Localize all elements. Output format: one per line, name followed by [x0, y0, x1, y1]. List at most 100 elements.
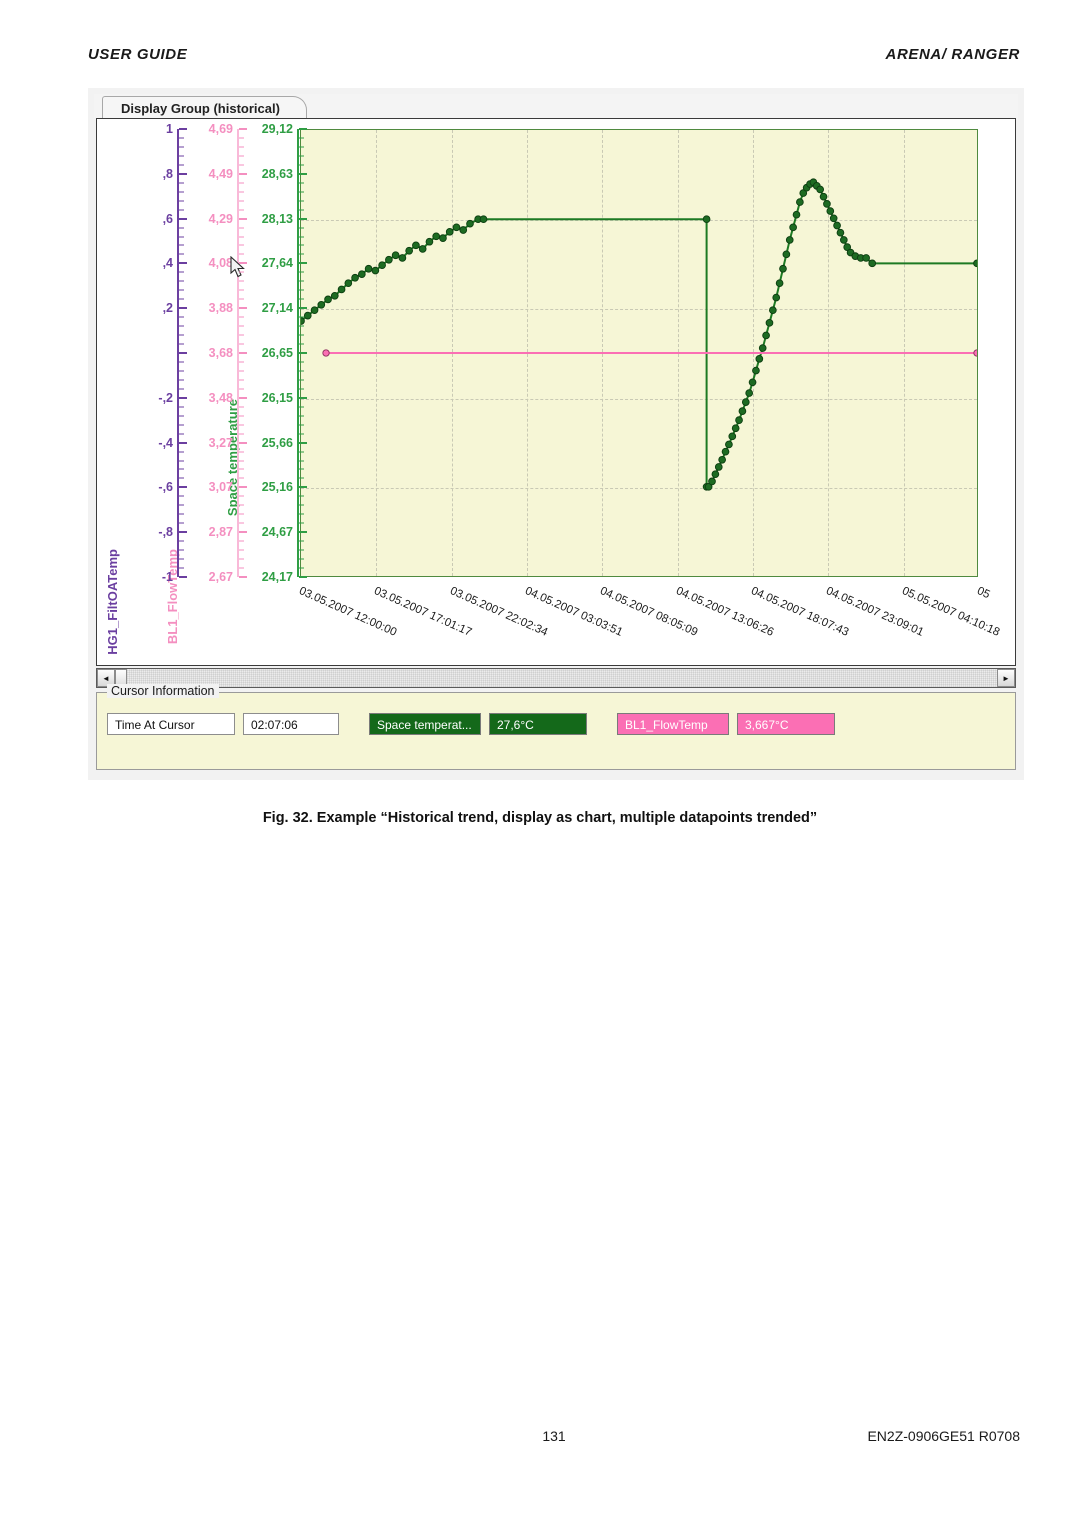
axis-tick-mark	[299, 182, 304, 184]
series-data-point	[775, 279, 784, 288]
axis-tick-mark	[179, 191, 184, 193]
series-data-point	[432, 232, 441, 241]
axis-tick-label: 26,15	[261, 390, 293, 405]
axis-tick-label: 27,64	[261, 256, 293, 271]
axis-tick-mark	[299, 513, 304, 515]
series-data-point	[836, 228, 845, 237]
axis-tick-label: 3,88	[208, 301, 233, 316]
series-data-point	[826, 207, 835, 215]
chart-plot-area[interactable]	[300, 129, 978, 577]
axis-tick-label: 4,49	[208, 166, 233, 181]
axis-tick-label: 25,16	[261, 480, 293, 495]
axis-tick-mark	[179, 370, 184, 372]
axis-tick-mark	[239, 217, 247, 220]
series-data-point	[439, 234, 447, 242]
series-data-point	[728, 432, 737, 441]
datapoint-1-name[interactable]: Space temperat...	[369, 713, 481, 735]
series-data-point	[735, 416, 743, 424]
series-line	[301, 181, 977, 488]
axis-tick-mark	[179, 379, 184, 381]
axis-tick-mark	[239, 468, 244, 470]
x-axis-tick-labels: 03.05.2007 12:00:00 03.05.2007 17:01:17 03…	[297, 581, 1001, 661]
axis-tick-mark	[299, 217, 307, 220]
axis-tick-mark	[179, 289, 184, 291]
series-data-point	[344, 279, 353, 288]
scroll-right-arrow-icon[interactable]: ►	[997, 669, 1015, 687]
axis-tick-mark	[239, 424, 244, 426]
axis-tick-mark	[299, 415, 304, 417]
axis-tick-mark	[179, 155, 184, 157]
axis-title-hg1-filtoatemp: HG1_FiltOATemp	[105, 549, 120, 655]
axis-tick-mark	[179, 495, 184, 497]
series-data-point	[738, 407, 747, 415]
datapoint-2-name[interactable]: BL1_FlowTemp	[617, 713, 729, 735]
series-data-point	[765, 318, 774, 327]
series-data-point	[973, 259, 977, 268]
series-data-point	[385, 255, 393, 264]
axis-tick-mark	[239, 236, 244, 238]
series-data-point	[868, 259, 877, 268]
series-data-point	[452, 223, 461, 232]
axis-tick-mark	[179, 325, 184, 327]
mouse-pointer-icon	[230, 256, 245, 278]
axis-tick-mark	[179, 477, 184, 479]
axis-tick-mark	[179, 549, 184, 551]
series-data-point	[833, 221, 841, 230]
series-data-point	[741, 398, 750, 406]
axis-tick-mark	[179, 307, 187, 310]
chart-series-svg	[301, 178, 977, 491]
axis-tick-mark	[239, 396, 247, 399]
axis-tick-mark	[239, 531, 247, 534]
series-data-point	[322, 349, 330, 357]
axis-tick-mark	[179, 316, 184, 318]
axis-tick-mark	[179, 236, 184, 238]
axis-tick-mark	[239, 513, 244, 515]
axis-tick-mark	[299, 451, 304, 453]
axis-tick-mark	[239, 191, 244, 193]
axis-tick-mark	[299, 271, 304, 273]
series-data-point	[782, 250, 791, 259]
axis-tick-mark	[179, 504, 184, 506]
axis-tick-label: 29,12	[261, 122, 293, 136]
tab-display-group-historical[interactable]: Display Group (historical)	[102, 96, 307, 120]
axis-tick-mark	[299, 172, 307, 175]
horizontal-scrollbar[interactable]: ◄ ►	[96, 668, 1016, 688]
scrollbar-track[interactable]	[127, 669, 997, 687]
series-data-point	[789, 223, 797, 232]
axis-tick-mark	[299, 128, 307, 130]
series-data-point	[330, 291, 339, 300]
axis-tick-label: 3,68	[208, 346, 233, 360]
axis-tick-mark	[179, 567, 184, 569]
axis-tick-label: 3,48	[208, 390, 233, 405]
axis-ticks-hg1-filtoatemp: 1 ,8 ,6 ,4 ,2 -,2 -,4 -,6 -,8 -1	[119, 119, 177, 665]
axis-tick-label: -1	[161, 570, 173, 584]
axis-tick-label: 2,87	[208, 525, 233, 540]
axis-tick-mark	[179, 200, 184, 202]
axis-tick-mark	[299, 307, 307, 310]
series-data-point	[714, 463, 723, 471]
axis-tick-mark	[239, 504, 244, 506]
axis-tick-mark	[299, 388, 304, 390]
axis-tick-label: -,6	[158, 480, 173, 495]
axis-tick-mark	[299, 352, 307, 354]
axis-tick-label: 4,29	[208, 211, 233, 226]
axis-tick-mark	[179, 137, 184, 139]
axis-tick-mark	[179, 486, 187, 489]
axis-tick-label: 4,69	[208, 122, 233, 136]
series-data-point	[758, 344, 767, 352]
series-data-point	[752, 366, 760, 375]
series-data-point	[310, 306, 319, 315]
axis-tick-mark	[239, 262, 247, 265]
time-at-cursor-value[interactable]: 02:07:06	[243, 713, 339, 735]
axis-tick-mark	[239, 477, 244, 479]
axis-tick-label: 27,14	[261, 301, 293, 316]
axis-tick-label: ,6	[162, 211, 173, 226]
axis-tick-mark	[239, 244, 244, 246]
series-data-point	[755, 355, 764, 363]
axis-tick-mark	[179, 253, 184, 255]
axis-tick-mark	[239, 316, 244, 318]
axis-tick-mark	[239, 460, 244, 462]
axis-tick-mark	[179, 334, 184, 336]
axis-tick-mark	[239, 271, 244, 273]
axis-tick-mark	[299, 441, 307, 444]
